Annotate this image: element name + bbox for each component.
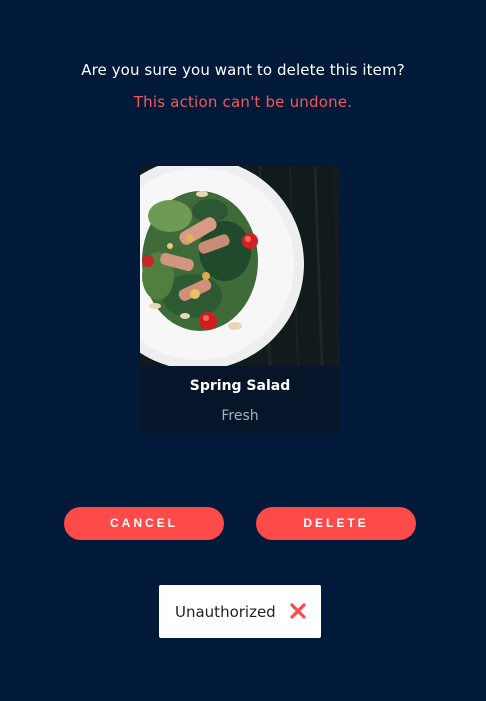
cancel-button[interactable]: CANCEL [64,507,224,540]
confirmation-question: Are you sure you want to delete this ite… [81,61,405,79]
item-tag: Fresh [221,408,259,424]
toast-message: Unauthorized [175,603,276,621]
close-x-icon[interactable] [289,602,307,620]
irreversible-warning: This action can't be undone. [133,93,353,111]
item-photo [140,166,340,366]
delete-confirmation-dialog: Are you sure you want to delete this ite… [0,0,486,701]
item-name: Spring Salad [189,378,291,394]
error-toast: Unauthorized [159,585,321,638]
item-card: Spring Salad Fresh [140,166,340,434]
delete-button[interactable]: DELETE [256,507,416,540]
